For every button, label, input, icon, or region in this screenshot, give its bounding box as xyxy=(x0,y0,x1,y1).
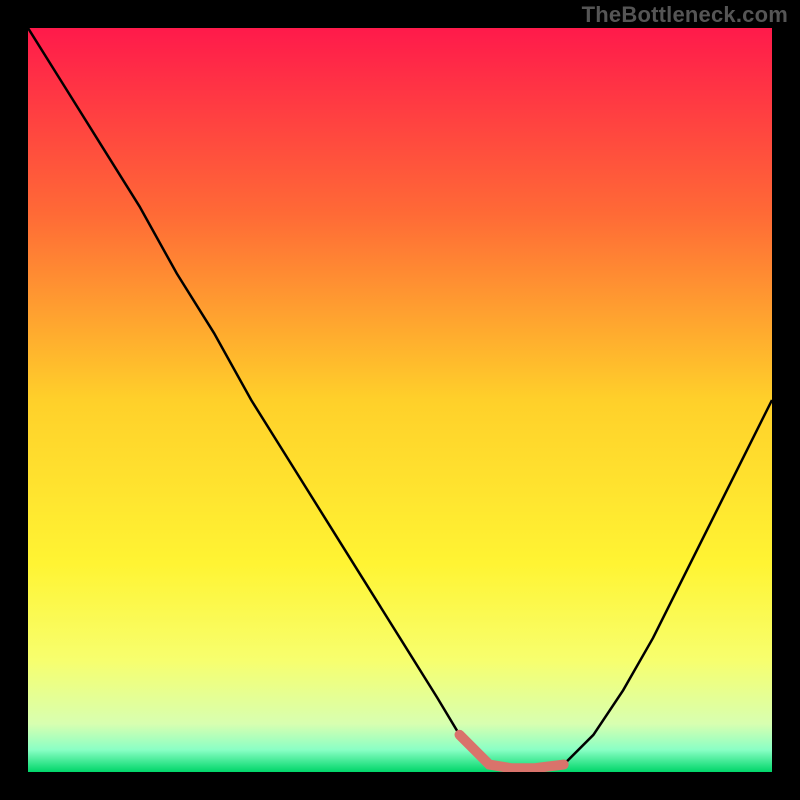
gradient-background xyxy=(28,28,772,772)
plot-area xyxy=(28,28,772,772)
watermark-text: TheBottleneck.com xyxy=(582,2,788,28)
chart-container: TheBottleneck.com xyxy=(0,0,800,800)
chart-svg xyxy=(28,28,772,772)
